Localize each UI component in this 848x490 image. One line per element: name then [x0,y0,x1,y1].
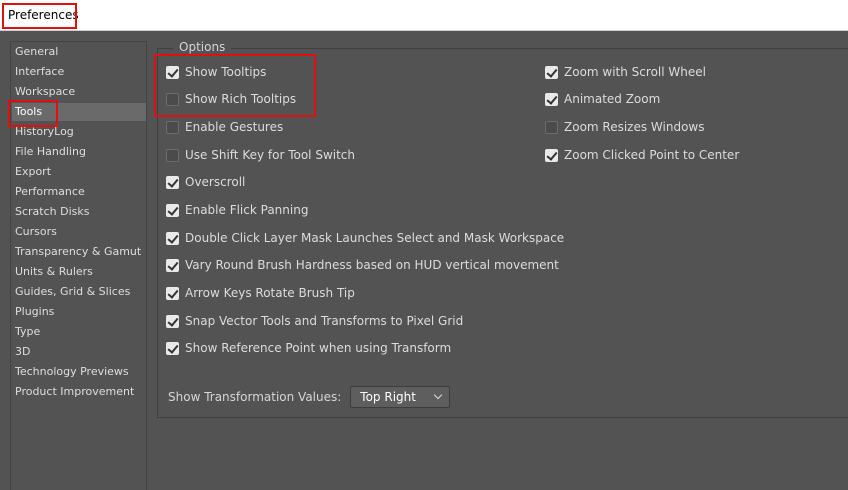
checkbox-checked-icon [166,286,179,300]
animated-zoom-checkbox[interactable]: Animated Zoom [545,91,660,107]
sidebar-item-product-improvement[interactable]: Product Improvement [15,385,134,398]
checkbox-checked-icon [545,92,558,106]
checkbox-label: Double Click Layer Mask Launches Select … [185,231,565,245]
double-click-layer-mask-checkbox[interactable]: Double Click Layer Mask Launches Select … [166,230,564,246]
zoom-clicked-point-checkbox[interactable]: Zoom Clicked Point to Center [545,147,739,163]
checkbox-label: Enable Flick Panning [185,203,309,217]
sidebar-item-general[interactable]: General [15,45,58,58]
enable-flick-panning-checkbox[interactable]: Enable Flick Panning [166,202,308,218]
checkbox-label: Animated Zoom [564,92,661,106]
chevron-down-icon [434,390,443,400]
sidebar-item-plugins[interactable]: Plugins [15,305,54,318]
title-highlight-box [2,3,77,29]
sidebar-item-guides-grid-slices[interactable]: Guides, Grid & Slices [15,285,130,298]
checkbox-label: Enable Gestures [185,120,284,134]
tools-highlight-box [8,100,58,127]
sidebar-item-workspace[interactable]: Workspace [15,85,75,98]
options-group-label: Options [173,40,232,54]
sidebar-item-units-rulers[interactable]: Units & Rulers [15,265,93,278]
sidebar-item-cursors[interactable]: Cursors [15,225,57,238]
sidebar-item-performance[interactable]: Performance [15,185,85,198]
enable-gestures-checkbox[interactable]: Enable Gestures [166,119,283,135]
sidebar-item-type[interactable]: Type [15,325,40,338]
checkbox-checked-icon [166,231,179,245]
overscroll-checkbox[interactable]: Overscroll [166,174,245,190]
checkbox-checked-icon [166,203,179,217]
title-bar: Preferences [0,0,848,31]
sidebar-item-3d[interactable]: 3D [15,345,30,358]
checkbox-label: Zoom Clicked Point to Center [564,148,740,162]
checkbox-checked-icon [545,65,558,79]
checkbox-label: Vary Round Brush Hardness based on HUD v… [185,258,559,272]
checkbox-checked-icon [166,341,179,355]
checkbox-label: Zoom with Scroll Wheel [564,65,706,79]
checkbox-label: Arrow Keys Rotate Brush Tip [185,286,355,300]
checkbox-checked-icon [545,148,558,162]
sidebar-item-interface[interactable]: Interface [15,65,64,78]
checkbox-label: Overscroll [185,175,246,189]
checkbox-unchecked-icon [166,120,179,134]
arrow-keys-rotate-brush-checkbox[interactable]: Arrow Keys Rotate Brush Tip [166,285,355,301]
checkbox-checked-icon [166,258,179,272]
checkbox-label: Show Reference Point when using Transfor… [185,341,452,355]
select-value: Top Right [360,390,416,404]
checkbox-unchecked-icon [545,120,558,134]
transformation-values-row: Show Transformation Values: Top Right [168,386,451,408]
use-shift-key-checkbox[interactable]: Use Shift Key for Tool Switch [166,147,355,163]
vary-round-brush-hardness-checkbox[interactable]: Vary Round Brush Hardness based on HUD v… [166,257,559,273]
sidebar-item-file-handling[interactable]: File Handling [15,145,86,158]
checkbox-label: Snap Vector Tools and Transforms to Pixe… [185,314,464,328]
sidebar-item-transparency-gamut[interactable]: Transparency & Gamut [15,245,141,258]
zoom-resizes-windows-checkbox[interactable]: Zoom Resizes Windows [545,119,705,135]
checkbox-label: Zoom Resizes Windows [564,120,705,134]
show-reference-point-checkbox[interactable]: Show Reference Point when using Transfor… [166,340,451,356]
sidebar-item-scratch-disks[interactable]: Scratch Disks [15,205,89,218]
tooltips-highlight-box [154,54,316,117]
sidebar-item-technology-previews[interactable]: Technology Previews [15,365,129,378]
sidebar-item-export[interactable]: Export [15,165,51,178]
checkbox-checked-icon [166,175,179,189]
transformation-values-label: Show Transformation Values: [168,390,342,404]
checkbox-checked-icon [166,314,179,328]
checkbox-unchecked-icon [166,148,179,162]
snap-vector-tools-checkbox[interactable]: Snap Vector Tools and Transforms to Pixe… [166,313,463,329]
transformation-values-select[interactable]: Top Right [350,386,451,408]
checkbox-label: Use Shift Key for Tool Switch [185,148,356,162]
zoom-with-scroll-wheel-checkbox[interactable]: Zoom with Scroll Wheel [545,64,706,80]
